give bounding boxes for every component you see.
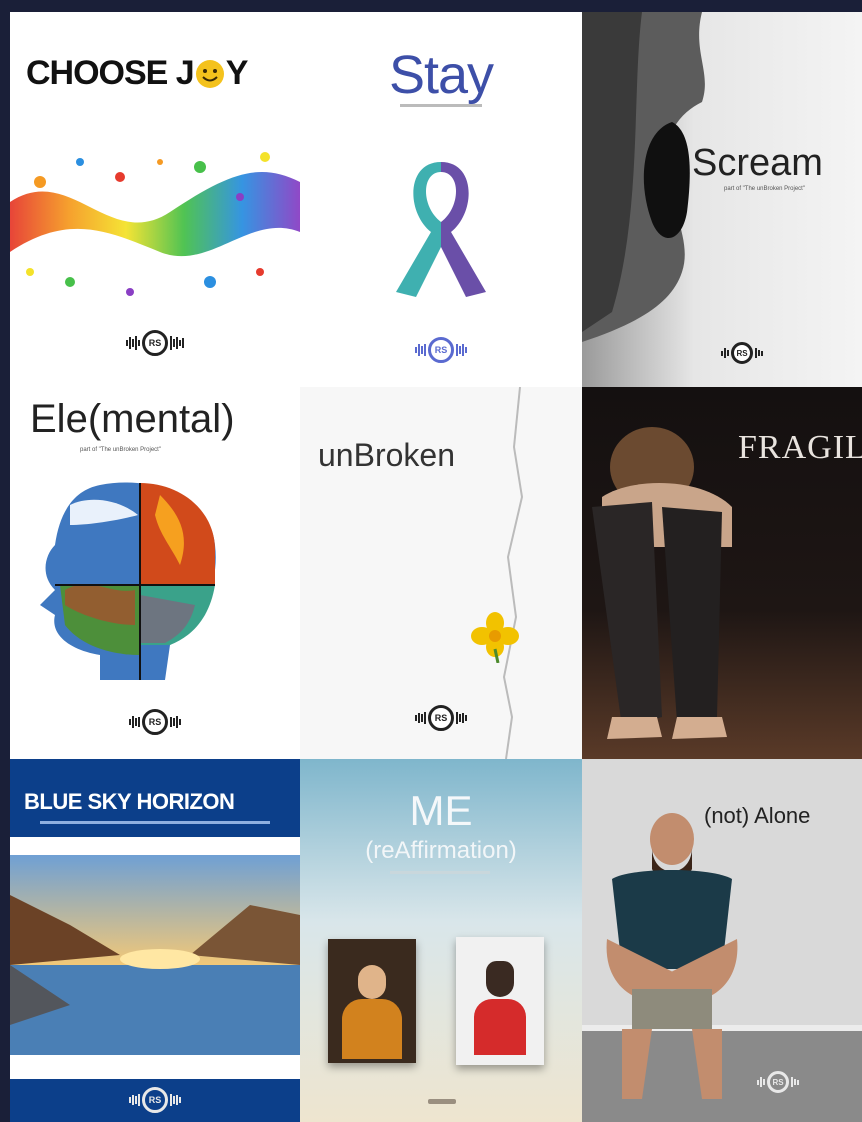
awareness-ribbon-icon — [396, 162, 486, 297]
album-title: FRAGILE — [738, 429, 862, 466]
album-title: CHOOSE J Y — [26, 54, 248, 92]
album-subtitle: (reAffirmation) — [365, 837, 517, 864]
album-subtitle-line — [40, 821, 270, 824]
album-me-reaffirmation[interactable]: ME (reAffirmation) — [300, 759, 582, 1122]
rs-logo-icon: RS — [129, 1087, 181, 1113]
album-subtitle: part of "The unBroken Project" — [80, 447, 161, 453]
elemental-head — [40, 482, 216, 680]
daisy-flower-icon — [471, 612, 519, 663]
album-title: Ele(mental) — [30, 397, 235, 441]
album-choose-joy[interactable]: CHOOSE J Y RS — [10, 12, 300, 387]
album-title: (not) Alone — [704, 803, 811, 828]
rainbow-splash — [10, 152, 300, 296]
screaming-face — [582, 12, 705, 342]
album-blue-sky-horizon[interactable]: BLUE SKY HORIZON RS — [10, 759, 300, 1122]
album-fragile[interactable]: FRAGILE — [582, 387, 862, 759]
rs-logo-icon: RS — [721, 342, 763, 364]
footer-logo-placeholder — [428, 1099, 456, 1104]
subtitle-line — [390, 871, 490, 874]
album-title: unBroken — [318, 437, 455, 473]
rs-logo-icon: RS — [129, 709, 181, 735]
album-title: Stay — [388, 45, 494, 105]
rs-logo-icon: RS — [126, 330, 184, 356]
album-stay[interactable]: Stay RS — [300, 12, 582, 387]
album-scream[interactable]: Scream part of "The unBroken Project" RS — [582, 12, 862, 387]
album-title: ME — [409, 787, 473, 834]
rs-logo-icon: RS — [757, 1071, 799, 1093]
smiley-icon — [195, 59, 224, 88]
album-subtitle: part of "The unBroken Project" — [724, 186, 805, 192]
torn-paper-bottom — [10, 1055, 300, 1079]
album-subtitle-line — [400, 104, 482, 107]
album-not-alone[interactable]: (not) Alone RS — [582, 759, 862, 1122]
album-title: BLUE SKY HORIZON — [24, 789, 235, 814]
album-elemental[interactable]: Ele(mental) part of "The unBroken Projec… — [10, 387, 300, 759]
rs-logo-icon: RS — [415, 337, 467, 363]
album-title: Scream — [692, 142, 823, 184]
photo-left — [328, 939, 416, 1063]
lake-landscape — [10, 855, 300, 1055]
album-grid: CHOOSE J Y RS Stay RS Scream part of "Th… — [10, 12, 862, 1122]
photo-right — [456, 937, 544, 1065]
rs-logo-icon: RS — [415, 705, 467, 731]
album-unbroken[interactable]: unBroken RS — [300, 387, 582, 759]
